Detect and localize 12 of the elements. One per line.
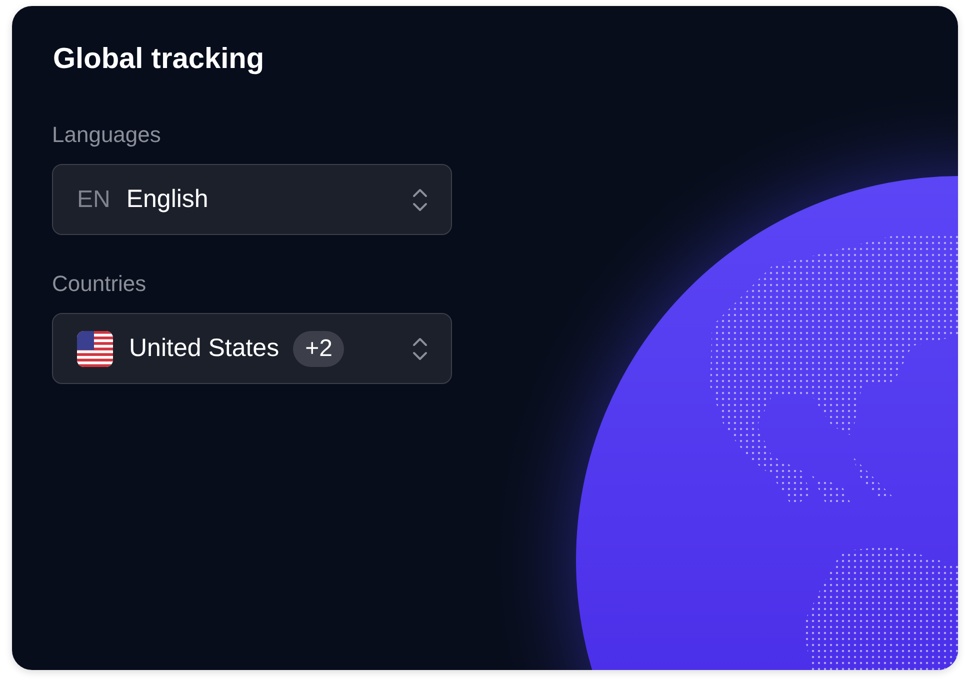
field-label: Languages [52,122,162,148]
country-select[interactable]: United States +2 [52,313,452,384]
card-title: Global tracking [53,42,266,76]
field-label: Countries [52,271,148,297]
flag-icon [77,330,113,366]
chevron-updown-icon [411,336,429,362]
language-code: EN [77,186,110,214]
chevron-updown-icon [411,186,429,212]
count-badge: +2 [293,330,344,366]
language-select[interactable]: EN English [52,164,452,235]
select-value: United States [129,334,280,363]
select-value: English [126,185,208,214]
